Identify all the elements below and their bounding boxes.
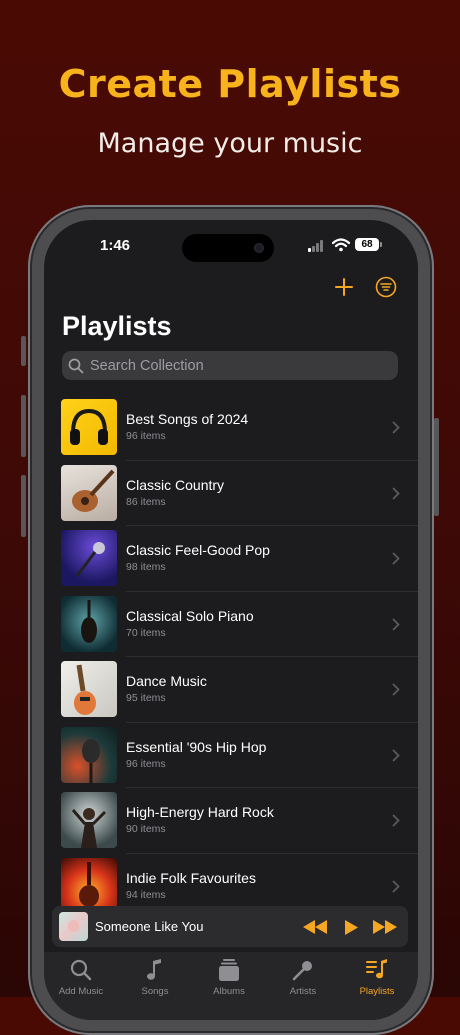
- acoustic-guitar-art: [61, 464, 117, 521]
- playlist-list: Best Songs of 2024 96 items Classic Coun…: [44, 397, 418, 921]
- microphone-icon: [292, 961, 312, 981]
- electric-guitar-art: [61, 661, 117, 717]
- album-stack-icon: [219, 959, 239, 981]
- playlist-count: 98 items: [126, 561, 166, 573]
- promo-headline: Create Playlists: [58, 62, 402, 106]
- play-button[interactable]: [345, 917, 358, 937]
- divider: [126, 459, 418, 461]
- filter-button[interactable]: [375, 276, 397, 298]
- page-title: Playlists: [62, 311, 172, 341]
- microphone-stage-art: [61, 530, 117, 586]
- violin-art: [61, 595, 117, 652]
- headphones-art: [61, 399, 117, 455]
- tab-playlists[interactable]: Playlists: [340, 958, 414, 997]
- list-item[interactable]: Dance Music 95 items: [44, 659, 418, 725]
- chevron-right-icon: [392, 749, 400, 761]
- tab-label: Playlists: [359, 986, 395, 997]
- chevron-right-icon: [392, 683, 400, 696]
- rewind-button[interactable]: [303, 917, 327, 937]
- tab-label: Albums: [213, 986, 245, 997]
- filter-lines-icon: [375, 276, 397, 298]
- phone-screen: 1:46 68 Playlists Be: [44, 220, 418, 1020]
- tab-label: Songs: [141, 986, 169, 997]
- now-playing-bar[interactable]: Someone Like You: [52, 906, 408, 947]
- chevron-right-icon: [392, 814, 400, 827]
- playlist-count: 86 items: [126, 495, 166, 508]
- tab-songs[interactable]: Songs: [118, 958, 192, 997]
- divider: [126, 721, 418, 723]
- playlist-count: 70 items: [126, 626, 166, 639]
- playlist-title: High-Energy Hard Rock: [126, 804, 274, 820]
- playlist-title: Dance Music: [126, 673, 207, 689]
- playlist-title: Classical Solo Piano: [126, 607, 254, 624]
- play-icon: [345, 919, 358, 935]
- music-note-icon: [147, 959, 161, 980]
- divider: [126, 656, 418, 657]
- dynamic-island: [182, 234, 274, 262]
- fast-forward-button[interactable]: [373, 917, 397, 937]
- playlist-count: 94 items: [126, 888, 166, 901]
- list-item[interactable]: Best Songs of 2024 96 items: [44, 397, 418, 463]
- tab-bar: Add Music Songs Albums Artists Playlists: [44, 952, 418, 1020]
- promo-subline: Manage your music: [97, 128, 363, 159]
- power-button: [434, 418, 439, 516]
- divider: [126, 852, 418, 854]
- plus-icon: [335, 278, 353, 296]
- search-icon: [68, 358, 84, 373]
- status-time: 1:46: [100, 237, 131, 254]
- camera-icon: [254, 243, 264, 253]
- list-item[interactable]: Classic Feel-Good Pop 98 items: [44, 528, 418, 594]
- playlist-title: Best Songs of 2024: [126, 411, 249, 427]
- tab-artists[interactable]: Artists: [266, 958, 340, 997]
- tab-label: Artists: [289, 986, 317, 997]
- playlist-count: 96 items: [126, 430, 166, 442]
- tab-add-music[interactable]: Add Music: [44, 958, 118, 997]
- playlist-title: Classic Country: [126, 476, 225, 493]
- now-playing-title: Someone Like You: [95, 919, 204, 934]
- tab-albums[interactable]: Albums: [192, 958, 266, 997]
- tab-label: Add Music: [58, 986, 104, 997]
- search-input[interactable]: [84, 357, 398, 374]
- list-item[interactable]: Classical Solo Piano 70 items: [44, 594, 418, 660]
- action-button: [21, 336, 26, 366]
- playlist-count: 95 items: [126, 692, 166, 704]
- fast-forward-icon: [373, 920, 397, 934]
- rock-singer-art: [61, 792, 117, 848]
- divider: [126, 525, 418, 526]
- chevron-right-icon: [392, 618, 400, 630]
- playlist-count: 96 items: [126, 757, 166, 770]
- rewind-icon: [303, 920, 327, 934]
- chevron-right-icon: [392, 421, 400, 434]
- chevron-right-icon: [392, 880, 400, 892]
- playlist-title: Essential '90s Hip Hop: [126, 738, 267, 755]
- list-item[interactable]: High-Energy Hard Rock 90 items: [44, 790, 418, 856]
- now-playing-artwork: [59, 912, 88, 941]
- vintage-microphone-art: [61, 726, 117, 783]
- playlist-title: Classic Feel-Good Pop: [126, 542, 270, 558]
- playlist-title: Indie Folk Favourites: [126, 869, 256, 886]
- divider: [126, 787, 418, 788]
- playlist-icon: [366, 959, 387, 979]
- search-bar[interactable]: [62, 351, 398, 380]
- chevron-right-icon: [392, 552, 400, 565]
- playlist-count: 90 items: [126, 823, 166, 835]
- wifi-icon: [332, 238, 350, 252]
- divider: [126, 590, 418, 592]
- list-item[interactable]: Essential '90s Hip Hop 96 items: [44, 725, 418, 791]
- volume-up-button: [21, 395, 26, 457]
- volume-down-button: [21, 475, 26, 537]
- add-playlist-button[interactable]: [333, 276, 355, 298]
- search-icon: [70, 959, 92, 981]
- cellular-signal-icon: [308, 240, 326, 252]
- list-item[interactable]: Classic Country 86 items: [44, 463, 418, 529]
- battery-indicator: 68: [355, 238, 382, 251]
- chevron-right-icon: [392, 487, 400, 499]
